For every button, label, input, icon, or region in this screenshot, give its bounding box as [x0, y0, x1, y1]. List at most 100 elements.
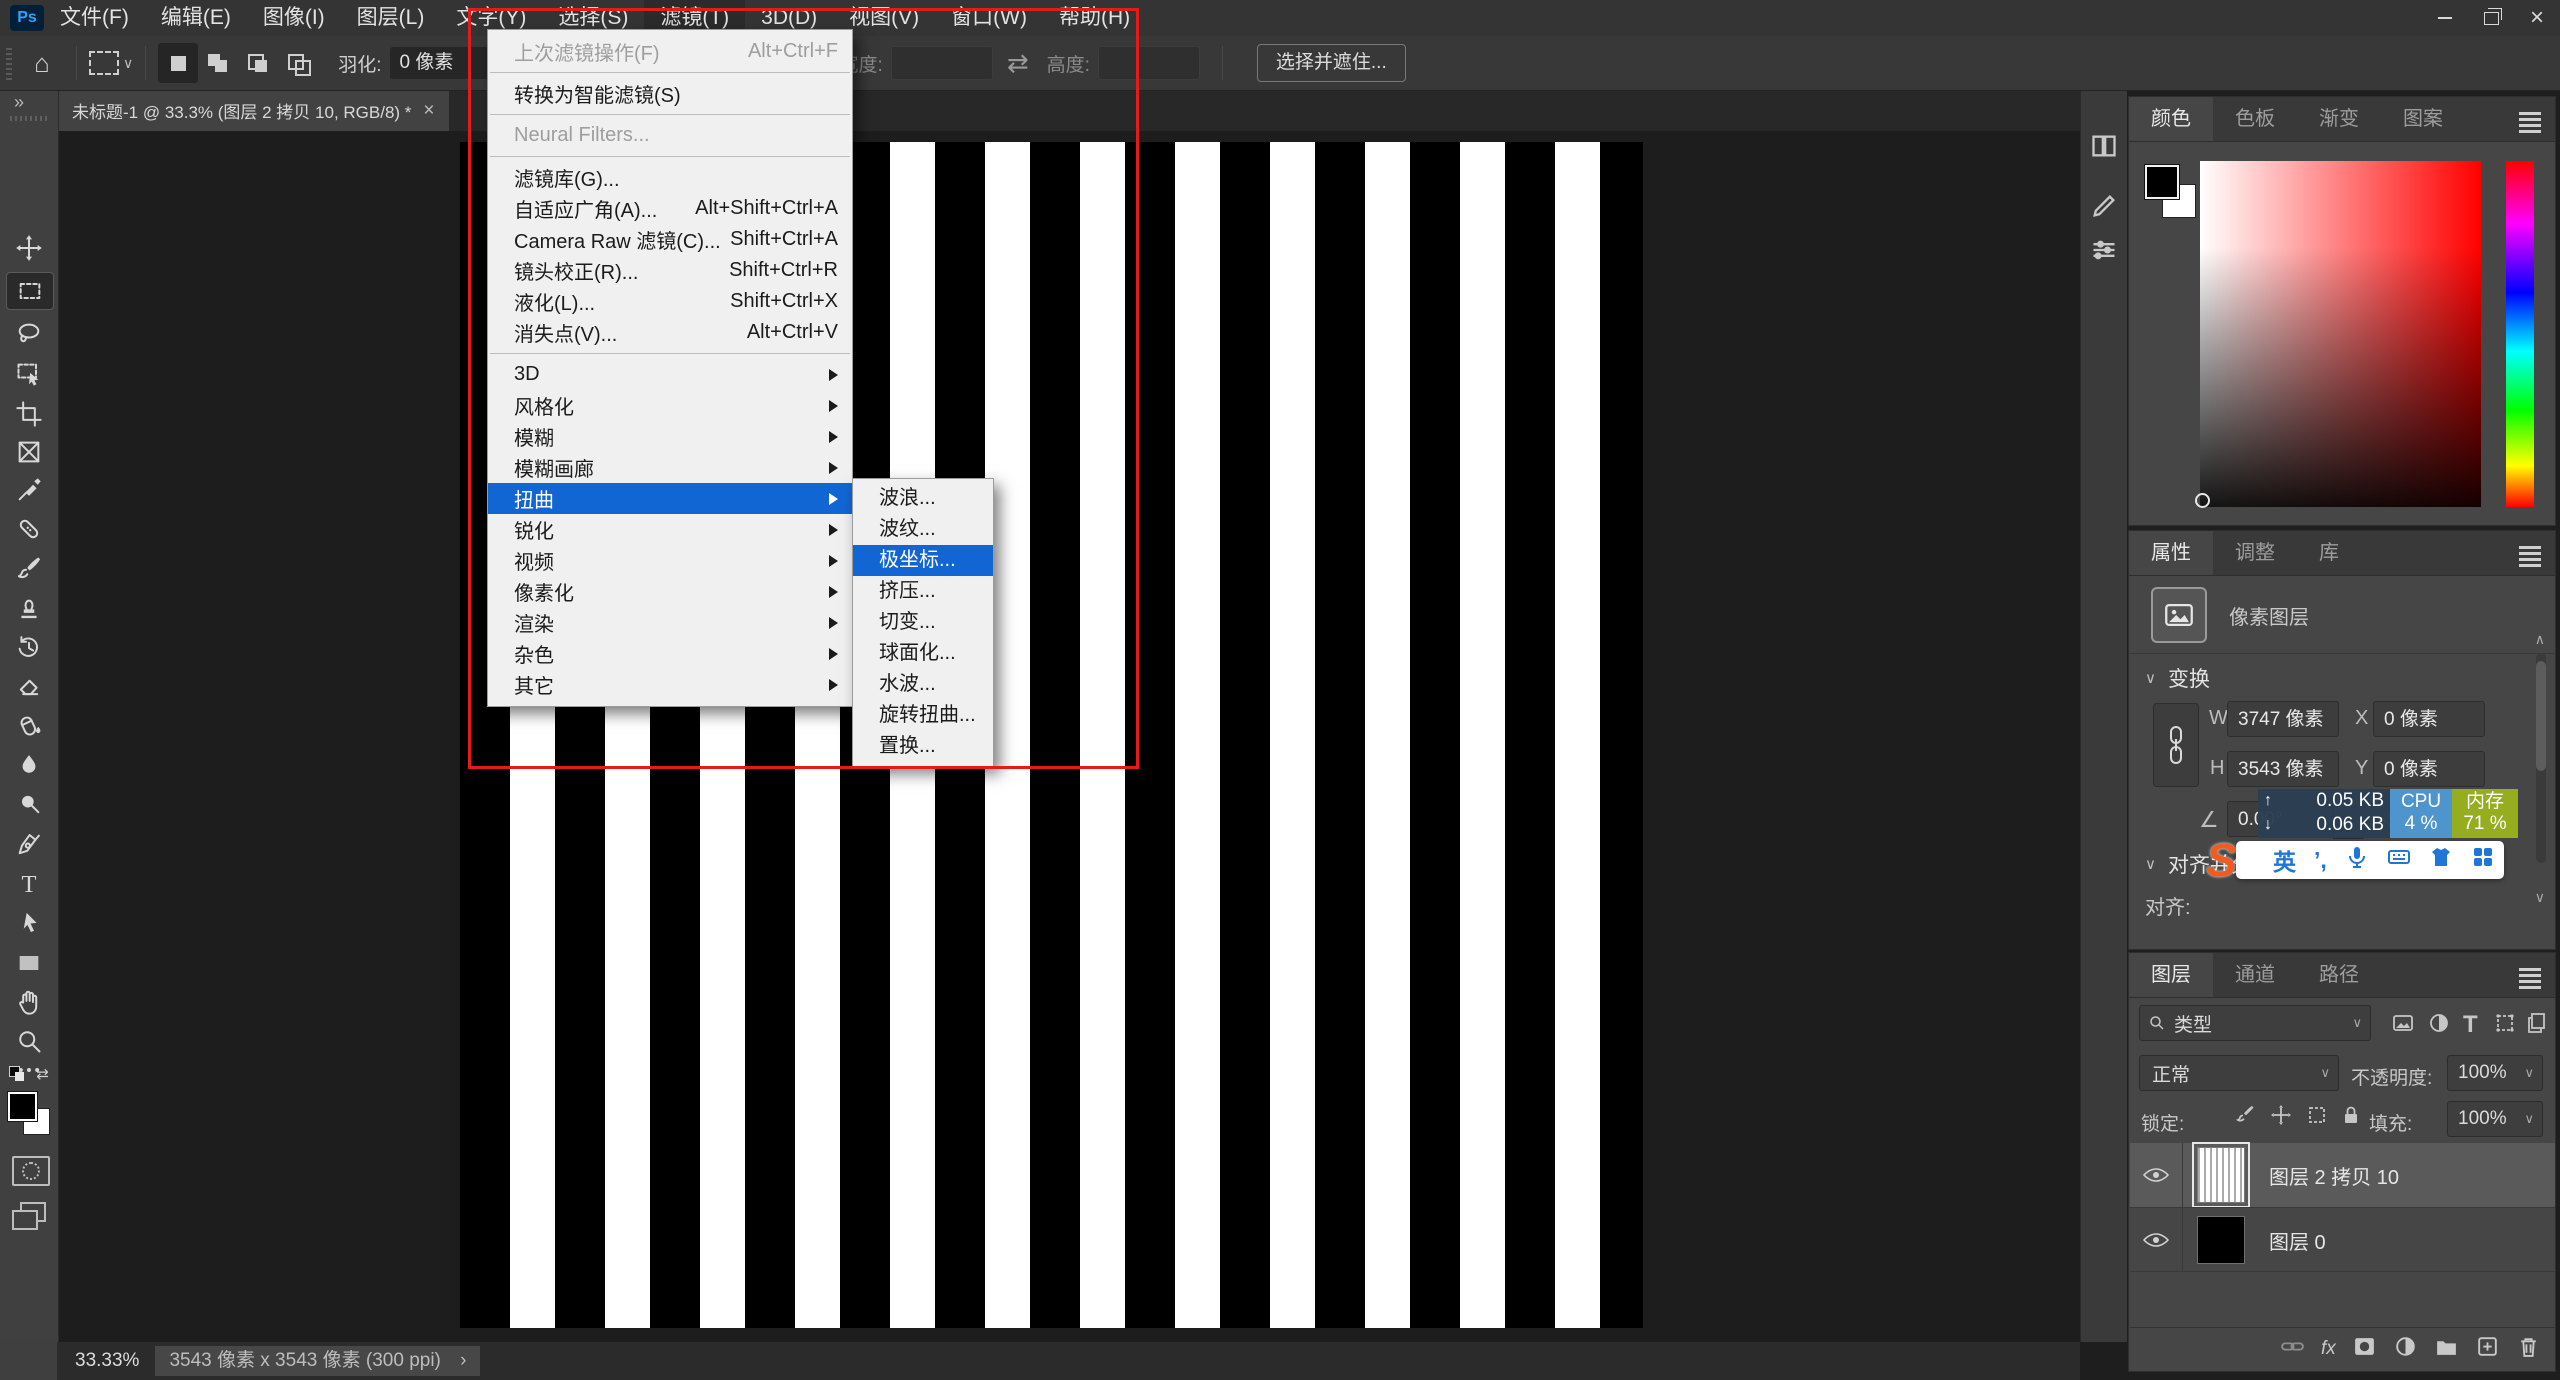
- tool-preset-marquee[interactable]: ∨: [89, 51, 133, 75]
- menu-item-smart-filters[interactable]: 转换为智能滤镜(S): [488, 78, 852, 109]
- tab-libraries[interactable]: 库: [2297, 531, 2361, 575]
- menu-item-filter-gallery[interactable]: 滤镜库(G)...: [488, 162, 852, 193]
- zoom-tool[interactable]: [6, 1023, 52, 1059]
- close-icon[interactable]: ×: [2514, 0, 2560, 36]
- crop-tool[interactable]: [6, 396, 52, 432]
- menu-edit[interactable]: 编辑(E): [145, 0, 247, 36]
- menu-item-blur[interactable]: 模糊: [488, 421, 852, 452]
- ime-keyboard-icon[interactable]: [2387, 845, 2411, 875]
- ime-skin-icon[interactable]: [2429, 845, 2453, 875]
- feather-input[interactable]: 0 像素: [390, 47, 490, 79]
- object-selection-tool[interactable]: [6, 356, 52, 392]
- ime-punctuation-toggle[interactable]: ’,: [2314, 847, 2327, 874]
- new-group-icon[interactable]: [2434, 1334, 2459, 1365]
- foreground-background-swatches[interactable]: [8, 1092, 52, 1138]
- blend-mode-combo[interactable]: 正常 ∨: [2139, 1055, 2339, 1091]
- menu-item-lens-correction[interactable]: 镜头校正(R)...Shift+Ctrl+R: [488, 255, 852, 286]
- menu-item-stylize[interactable]: 风格化: [488, 390, 852, 421]
- menu-item-vanishing-point[interactable]: 消失点(V)...Alt+Ctrl+V: [488, 317, 852, 348]
- path-selection-tool[interactable]: [6, 906, 52, 942]
- pen-tool[interactable]: [6, 827, 52, 863]
- height-input[interactable]: [1098, 46, 1200, 80]
- opacity-combo[interactable]: 100% ∨: [2447, 1055, 2543, 1091]
- submenu-item-zigzag[interactable]: 水波...: [853, 669, 993, 700]
- menu-item-neural-filters[interactable]: Neural Filters...: [488, 120, 852, 151]
- y-value-field[interactable]: 0 像素: [2373, 751, 2485, 787]
- ime-logo[interactable]: S: [2206, 833, 2237, 887]
- link-layers-icon[interactable]: [2280, 1334, 2305, 1365]
- brush-tool[interactable]: [6, 550, 52, 586]
- menu-item-camera-raw[interactable]: Camera Raw 滤镜(C)...Shift+Ctrl+A: [488, 224, 852, 255]
- new-adjustment-layer-icon[interactable]: [2393, 1334, 2418, 1365]
- lock-pixels-icon[interactable]: [2233, 1103, 2257, 1132]
- fill-combo[interactable]: 100% ∨: [2447, 1101, 2543, 1137]
- submenu-item-spherize[interactable]: 球面化...: [853, 638, 993, 669]
- new-layer-icon[interactable]: [2475, 1334, 2500, 1365]
- menu-item-liquify[interactable]: 液化(L)...Shift+Ctrl+X: [488, 286, 852, 317]
- subtract-from-selection-button[interactable]: [238, 43, 278, 83]
- menu-layer[interactable]: 图层(L): [341, 0, 441, 36]
- tab-color[interactable]: 颜色: [2129, 97, 2213, 141]
- hue-slider[interactable]: [2506, 161, 2534, 507]
- menu-item-sharpen[interactable]: 锐化: [488, 514, 852, 545]
- layer-style-icon[interactable]: fx: [2321, 1338, 2336, 1360]
- menu-item-last-filter[interactable]: 上次滤镜操作(F)Alt+Ctrl+F: [488, 36, 852, 67]
- menu-file[interactable]: 文件(F): [44, 0, 145, 36]
- color-foreground-swatch[interactable]: [2145, 165, 2179, 199]
- layer-filter-combo[interactable]: 类型 ∨: [2139, 1005, 2371, 1041]
- tab-gradients[interactable]: 渐变: [2297, 97, 2381, 141]
- rectangular-marquee-tool[interactable]: [6, 272, 54, 310]
- menu-item-video[interactable]: 视频: [488, 545, 852, 576]
- submenu-item-wave[interactable]: 波浪...: [853, 483, 993, 514]
- tab-channels[interactable]: 通道: [2213, 953, 2297, 997]
- layer-visibility-icon[interactable]: [2130, 1143, 2183, 1207]
- x-value-field[interactable]: 0 像素: [2373, 701, 2485, 737]
- panel-menu-icon[interactable]: [2519, 552, 2541, 555]
- submenu-item-shear[interactable]: 切变...: [853, 607, 993, 638]
- collapsed-panel-icon-3[interactable]: [2090, 236, 2118, 264]
- screen-mode-icon[interactable]: [12, 1202, 46, 1230]
- minimize-icon[interactable]: [2422, 0, 2468, 36]
- history-brush-tool[interactable]: [6, 629, 52, 665]
- default-swap-colors[interactable]: ⇄: [6, 1062, 52, 1086]
- quick-mask-icon[interactable]: [12, 1156, 50, 1186]
- frame-tool[interactable]: [6, 434, 52, 470]
- layer-name[interactable]: 图层 0: [2269, 1226, 2326, 1255]
- ime-toolbox-icon[interactable]: [2471, 845, 2495, 875]
- add-to-selection-button[interactable]: [198, 43, 238, 83]
- scrollbar-thumb[interactable]: [2536, 661, 2546, 771]
- collapsed-panel-icon-2[interactable]: [2090, 192, 2118, 220]
- width-value-field[interactable]: 3747 像素: [2227, 701, 2339, 737]
- layer-visibility-icon[interactable]: [2130, 1208, 2183, 1272]
- close-tab-icon[interactable]: ×: [423, 100, 434, 122]
- menu-item-distort[interactable]: 扭曲: [488, 483, 852, 514]
- filter-adjustment-layers-icon[interactable]: [2427, 1011, 2451, 1040]
- tab-paths[interactable]: 路径: [2297, 953, 2381, 997]
- new-selection-button[interactable]: [158, 43, 198, 83]
- zoom-level-field[interactable]: 33.33%: [65, 1350, 149, 1372]
- submenu-item-ripple[interactable]: 波纹...: [853, 514, 993, 545]
- options-grip[interactable]: [6, 46, 12, 80]
- panel-menu-icon[interactable]: [2519, 118, 2541, 121]
- menu-item-noise[interactable]: 杂色: [488, 638, 852, 669]
- transform-section-header[interactable]: ∨ 变换: [2145, 663, 2210, 693]
- move-tool[interactable]: [6, 230, 52, 266]
- submenu-item-polar-coordinates[interactable]: 极坐标...: [853, 545, 993, 576]
- color-picker-handle[interactable]: [2195, 493, 2210, 508]
- default-colors-icon[interactable]: [9, 1066, 25, 1082]
- layer-thumbnail[interactable]: [2197, 1216, 2245, 1264]
- menu-window[interactable]: 窗口(W): [935, 0, 1043, 36]
- document-info-field[interactable]: 3543 像素 x 3543 像素 (300 ppi) ›: [155, 1346, 480, 1376]
- collapsed-panel-icon-1[interactable]: [2090, 132, 2118, 160]
- lasso-tool[interactable]: [6, 316, 52, 352]
- document-tab[interactable]: 未标题-1 @ 33.3% (图层 2 拷贝 10, RGB/8) * ×: [58, 90, 449, 131]
- lock-artboard-icon[interactable]: [2305, 1103, 2329, 1132]
- ime-language-toggle[interactable]: 英: [2273, 843, 2296, 877]
- menu-item-render[interactable]: 渲染: [488, 607, 852, 638]
- menu-help[interactable]: 帮助(H): [1043, 0, 1146, 36]
- select-and-mask-button[interactable]: 选择并遮住...: [1257, 44, 1406, 82]
- eyedropper-tool[interactable]: [6, 472, 52, 508]
- menu-item-blur-gallery[interactable]: 模糊画廊: [488, 452, 852, 483]
- restore-icon[interactable]: [2468, 0, 2514, 36]
- menu-item-other[interactable]: 其它: [488, 669, 852, 700]
